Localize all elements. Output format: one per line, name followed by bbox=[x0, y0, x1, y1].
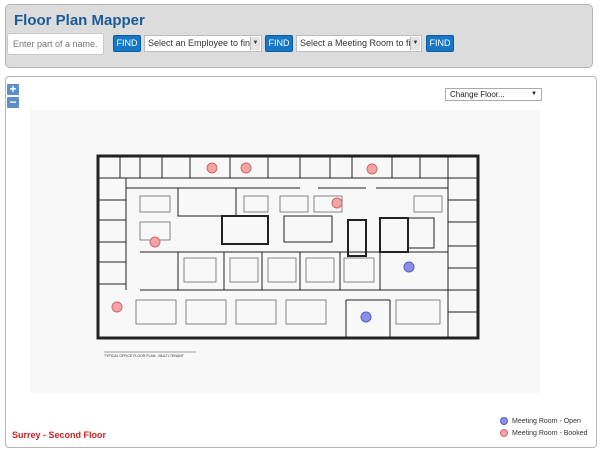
meeting-room-booked-marker[interactable] bbox=[206, 162, 218, 174]
floor-label: Surrey - Second Floor bbox=[12, 430, 107, 440]
page-title: Floor Plan Mapper bbox=[14, 12, 145, 29]
find-room-button[interactable]: FIND bbox=[426, 35, 454, 52]
chevron-down-icon: ▼ bbox=[531, 91, 537, 97]
change-floor-select[interactable]: Change Floor... ▼ bbox=[445, 88, 542, 101]
legend-booked-label: Meeting Room - Booked bbox=[512, 430, 588, 437]
meeting-room-select-value: Select a Meeting Room to find bbox=[300, 38, 421, 48]
find-employee-button[interactable]: FIND bbox=[265, 35, 293, 52]
meeting-room-booked-marker[interactable] bbox=[240, 162, 252, 174]
chevron-down-icon: ▼ bbox=[410, 37, 420, 50]
meeting-room-open-marker[interactable] bbox=[403, 261, 415, 273]
zoom-in-button[interactable]: + bbox=[7, 83, 19, 95]
chevron-down-icon: ▼ bbox=[250, 37, 260, 50]
zoom-out-button[interactable]: − bbox=[7, 96, 19, 108]
meeting-room-select[interactable]: Select a Meeting Room to find ▼ bbox=[296, 35, 422, 52]
booked-room-dot-icon bbox=[500, 429, 508, 437]
meeting-room-booked-marker[interactable] bbox=[366, 163, 378, 175]
name-search-input[interactable] bbox=[7, 33, 104, 55]
meeting-room-booked-marker[interactable] bbox=[149, 236, 161, 248]
meeting-room-booked-marker[interactable] bbox=[331, 197, 343, 209]
meeting-room-open-marker[interactable] bbox=[360, 311, 372, 323]
meeting-room-booked-marker[interactable] bbox=[111, 301, 123, 313]
employee-select-value: Select an Employee to find bbox=[148, 38, 256, 48]
open-room-dot-icon bbox=[500, 417, 508, 425]
change-floor-value: Change Floor... bbox=[450, 90, 505, 99]
floor-plan-area bbox=[30, 110, 540, 393]
find-name-button[interactable]: FIND bbox=[113, 35, 141, 52]
legend-open-label: Meeting Room - Open bbox=[512, 418, 581, 425]
employee-select[interactable]: Select an Employee to find ▼ bbox=[144, 35, 262, 52]
